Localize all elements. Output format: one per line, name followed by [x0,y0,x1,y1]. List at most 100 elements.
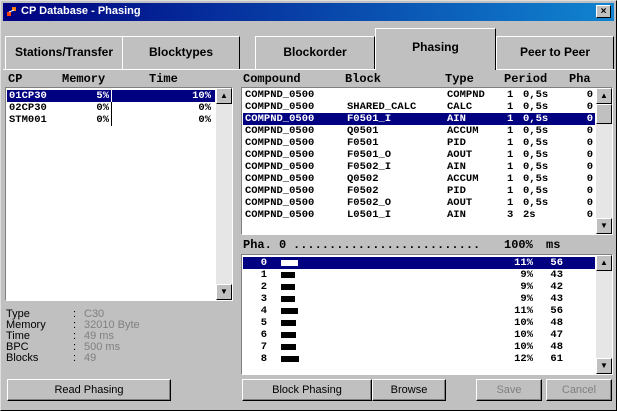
pha-column-header: Pha [569,72,591,86]
block-row[interactable]: COMPND_0500 Q0502 ACCUM 1 0,5s 0 [243,173,595,185]
scroll-up-icon[interactable]: ▲ [216,88,232,104]
block-phasing-button[interactable]: Block Phasing [242,379,372,401]
cp-row[interactable]: STM001 0% 0% [7,114,215,126]
scroll-up-icon[interactable]: ▲ [596,88,612,104]
scroll-down-icon[interactable]: ▼ [216,284,232,300]
block-type: ACCUM [447,125,479,137]
tab-blocktypes[interactable]: Blocktypes [122,36,240,70]
phase-load-bar [281,344,296,350]
cp-list[interactable]: ▲ ▼ 01CP30 5% 10% 02CP30 0% 0% STM001 0% 0% [5,87,233,301]
cp-database-window: CP Database - Phasing × Stations/Transfe… [0,0,617,411]
save-button[interactable]: Save [476,379,542,401]
phase-number: 7 [260,341,267,353]
phase-row[interactable]: 4 11% 56 [243,305,595,317]
block-type: PID [447,185,466,197]
period-time: 0,5s [523,161,549,173]
cp-list-scrollbar[interactable]: ▲ ▼ [216,88,232,300]
period-time: 0,5s [523,173,549,185]
block-row[interactable]: COMPND_0500 L0501_I AIN 3 2s 0 [243,209,595,221]
cp-time: 10% [192,90,211,102]
block-phase: 0 [586,137,593,149]
block-phase: 0 [586,101,593,113]
block-phase: 0 [586,209,593,221]
block-row[interactable]: COMPND_0500 COMPND 1 0,5s 0 [243,89,595,101]
block-phase: 0 [586,149,593,161]
period-time: 0,5s [523,101,549,113]
phase-percent: 10% [514,341,533,353]
block-row[interactable]: COMPND_0500 F0502_O AOUT 1 0,5s 0 [243,197,595,209]
phase-header-percent: 100% [504,238,533,252]
block-list-scrollbar[interactable]: ▲ ▼ [596,88,612,234]
block-name: Q0502 [347,173,379,185]
period-time: 2s [523,209,536,221]
scroll-thumb[interactable] [596,104,612,124]
cp-memory: 5% [96,90,109,102]
phase-percent: 11% [514,305,533,317]
phase-number: 4 [260,305,267,317]
block-type: AOUT [447,197,473,209]
phase-row[interactable]: 3 9% 43 [243,293,595,305]
block-row[interactable]: COMPND_0500 F0502_I AIN 1 0,5s 0 [243,161,595,173]
period-count: 1 [507,113,514,125]
tab-stations-transfer[interactable]: Stations/Transfer [5,36,123,70]
tab-phasing[interactable]: Phasing [375,28,496,70]
scroll-down-icon[interactable]: ▼ [596,218,612,234]
phase-ms: 43 [550,269,563,281]
period-time: 0,5s [523,185,549,197]
phase-list-scrollbar[interactable]: ▲ ▼ [596,255,612,374]
close-button[interactable]: × [596,5,611,18]
column-separator [111,102,112,114]
block-row[interactable]: COMPND_0500 F0501 PID 1 0,5s 0 [243,137,595,149]
phase-header-dots: .......................... [293,238,481,252]
cp-time: 0% [198,102,211,114]
scroll-up-icon[interactable]: ▲ [596,255,612,271]
block-row[interactable]: COMPND_0500 F0501_I AIN 1 0,5s 0 [243,113,595,125]
period-time: 0,5s [523,197,549,209]
phase-row[interactable]: 8 12% 61 [243,353,595,365]
block-row[interactable]: COMPND_0500 F0501_O AOUT 1 0,5s 0 [243,149,595,161]
phase-row[interactable]: 1 9% 43 [243,269,595,281]
block-row[interactable]: COMPND_0500 Q0501 ACCUM 1 0,5s 0 [243,125,595,137]
phase-ms: 42 [550,281,563,293]
cp-memory: 0% [96,102,109,114]
block-name: F0502_O [347,197,392,209]
tab-peer-to-peer[interactable]: Peer to Peer [496,36,614,70]
phase-ms: 43 [550,293,563,305]
phase-row[interactable]: 7 10% 48 [243,341,595,353]
compound-name: COMPND_0500 [245,149,315,161]
compound-name: COMPND_0500 [245,125,315,137]
cp-row[interactable]: 01CP30 5% 10% [7,90,215,102]
block-type: COMPND [447,89,485,101]
block-phase: 0 [586,197,593,209]
scroll-down-icon[interactable]: ▼ [596,358,612,374]
period-time: 0,5s [523,113,549,125]
tab-bar: Stations/Transfer Blocktypes Blockorder … [3,28,615,70]
title-bar[interactable]: CP Database - Phasing × [3,3,614,21]
phase-header-label: Pha. 0 [243,238,287,252]
phase-row[interactable]: 6 10% 47 [243,329,595,341]
period-time: 0,5s [523,89,549,101]
block-phase: 0 [586,89,593,101]
period-column-header: Period [504,72,548,86]
phase-row[interactable]: 0 11% 56 [243,257,595,269]
period-count: 1 [507,125,514,137]
compound-name: COMPND_0500 [245,173,315,185]
tab-blockorder[interactable]: Blockorder [255,36,375,70]
browse-button[interactable]: Browse [372,379,446,401]
period-count: 1 [507,101,514,113]
period-count: 1 [507,89,514,101]
read-phasing-button[interactable]: Read Phasing [7,379,171,401]
phase-load-bar [281,356,299,362]
block-list[interactable]: ▲ ▼ COMPND_0500 COMPND 1 0,5s 0 COMPND_0500 SH… [241,87,613,235]
period-count: 1 [507,149,514,161]
block-row[interactable]: COMPND_0500 F0502 PID 1 0,5s 0 [243,185,595,197]
phase-ms: 61 [550,353,563,365]
block-type: CALC [447,101,473,113]
cp-row[interactable]: 02CP30 0% 0% [7,102,215,114]
phase-row[interactable]: 2 9% 42 [243,281,595,293]
block-phase: 0 [586,185,593,197]
cancel-button[interactable]: Cancel [546,379,612,401]
block-row[interactable]: COMPND_0500 SHARED_CALC CALC 1 0,5s 0 [243,101,595,113]
phase-list[interactable]: ▲ ▼ 0 11% 56 1 9% 43 2 9% 42 3 9% 43 4 11% 56 5 10% 48 6 10… [241,254,613,375]
phase-row[interactable]: 5 10% 48 [243,317,595,329]
